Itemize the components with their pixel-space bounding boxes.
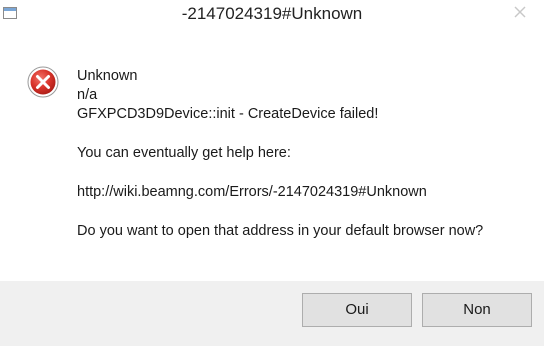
error-detail: n/a [77,87,98,103]
open-browser-question: Do you want to open that address in your… [77,223,484,239]
error-icon [27,66,59,98]
message-content: Unknown n/a GFXPCD3D9Device::init - Crea… [0,30,544,281]
help-text: You can eventually get help here: [77,145,291,161]
no-button[interactable]: Non [422,293,532,327]
yes-button[interactable]: Oui [302,293,412,327]
title-bar: -2147024319#Unknown [0,0,544,30]
button-bar: Oui Non [0,281,544,346]
message-text: Unknown n/a GFXPCD3D9Device::init - Crea… [77,67,483,241]
message-box-window: -2147024319#Unknown Unknown n/a GFXPCD3D… [0,0,544,346]
close-icon [514,6,526,18]
window-title: -2147024319#Unknown [181,4,363,23]
error-description: GFXPCD3D9Device::init - CreateDevice fai… [77,106,379,122]
help-url: http://wiki.beamng.com/Errors/-214702431… [77,184,427,200]
close-button[interactable] [497,0,544,24]
error-name: Unknown [77,68,138,84]
